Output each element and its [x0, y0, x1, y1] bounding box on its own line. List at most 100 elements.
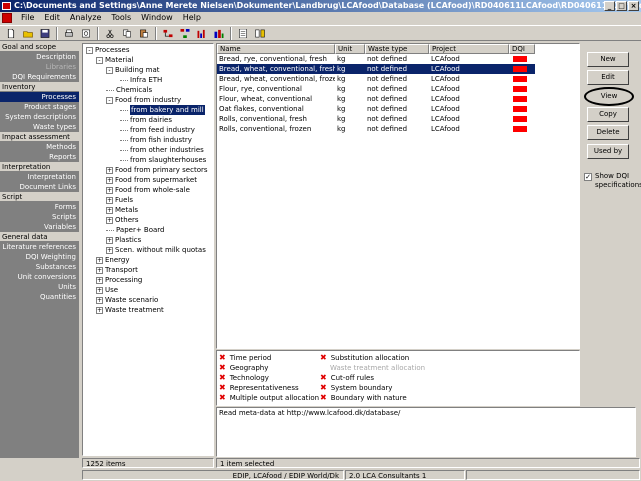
column-dqi[interactable]: DQI — [509, 44, 535, 54]
collapse-icon[interactable]: - — [86, 46, 93, 54]
used-by-button[interactable]: Used by — [587, 144, 629, 159]
tree-node[interactable]: + Metals — [106, 205, 138, 215]
tree-node[interactable]: from other industries — [120, 145, 204, 155]
tree-node[interactable]: + Transport — [96, 265, 138, 275]
minimize-button[interactable]: _ — [604, 1, 615, 11]
new-file-button[interactable] — [3, 26, 19, 41]
tree-node[interactable]: from fish industry — [120, 135, 192, 145]
expand-icon[interactable]: + — [96, 286, 103, 294]
tree-node[interactable]: + Fuels — [106, 195, 133, 205]
cut-button[interactable] — [102, 26, 118, 41]
compare-button[interactable] — [252, 26, 268, 41]
print-button[interactable] — [61, 26, 77, 41]
column-name[interactable]: Name — [217, 44, 335, 54]
expand-icon[interactable]: + — [96, 276, 103, 284]
expand-icon[interactable]: + — [106, 186, 113, 194]
expand-icon[interactable]: + — [106, 246, 113, 254]
tree-node[interactable]: - Building mat — [106, 65, 159, 75]
menu-edit[interactable]: Edit — [39, 12, 65, 24]
network-button[interactable] — [177, 26, 193, 41]
nav-item[interactable]: System descriptions — [0, 112, 79, 122]
checkbox-check-icon[interactable]: ✓ — [584, 173, 592, 181]
expand-icon[interactable]: + — [96, 256, 103, 264]
column-unit[interactable]: Unit — [335, 44, 365, 54]
tree-node[interactable]: + Waste treatment — [96, 305, 164, 315]
tree-node[interactable]: - Material — [96, 55, 133, 65]
tree-node[interactable]: + Others — [106, 215, 139, 225]
nav-item[interactable]: Reports — [0, 152, 79, 162]
menu-help[interactable]: Help — [178, 12, 206, 24]
nav-item[interactable]: Quantities — [0, 292, 79, 302]
nav-item[interactable]: Document Links — [0, 182, 79, 192]
delete-button[interactable]: Delete — [587, 125, 629, 140]
tree-node[interactable]: from dairies — [120, 115, 172, 125]
nav-item[interactable]: Methods — [0, 142, 79, 152]
tree-node[interactable]: + Use — [96, 285, 118, 295]
tree-node[interactable]: + Scen. without milk quotas — [106, 245, 206, 255]
table-row[interactable]: Bread, wheat, conventional, fresh kg not d… — [217, 64, 579, 74]
menu-analyze[interactable]: Analyze — [65, 12, 107, 24]
collapse-icon[interactable]: - — [106, 96, 113, 104]
tree-node[interactable]: from slaughterhouses — [120, 155, 206, 165]
expand-icon[interactable]: + — [96, 306, 103, 314]
collapse-icon[interactable]: - — [96, 56, 103, 64]
tree-node[interactable]: Paper+ Board — [106, 225, 165, 235]
tree-node[interactable]: Infra ETH — [120, 75, 162, 85]
table-row[interactable]: Bread, wheat, conventional, frozen kg not … — [217, 74, 579, 84]
tree-node[interactable]: + Food from supermarket — [106, 175, 197, 185]
menu-file[interactable]: File — [16, 12, 39, 24]
table-row[interactable]: Oat flakes, conventional kg not defined LCA… — [217, 104, 579, 114]
tree-node[interactable]: from feed industry — [120, 125, 195, 135]
table-row[interactable]: Flour, rye, conventional kg not defined LCA… — [217, 84, 579, 94]
nav-item[interactable]: Interpretation — [0, 172, 79, 182]
nav-item[interactable]: Literature references — [0, 242, 79, 252]
paste-button[interactable] — [136, 26, 152, 41]
nav-item[interactable]: Substances — [0, 262, 79, 272]
edit-button[interactable]: Edit — [587, 70, 629, 85]
tree-node[interactable]: + Food from whole-sale — [106, 185, 190, 195]
table-row[interactable]: Rolls, conventional, fresh kg not defined L… — [217, 114, 579, 124]
nav-item[interactable]: DQI Requirements — [0, 72, 79, 82]
table-row[interactable]: Flour, wheat, conventional kg not defined L… — [217, 94, 579, 104]
nav-item[interactable]: Libraries — [0, 62, 79, 72]
tree-node[interactable]: - Processes — [86, 45, 130, 55]
nav-item[interactable]: Unit conversions — [0, 272, 79, 282]
nav-item[interactable]: Units — [0, 282, 79, 292]
nav-item[interactable]: Processes — [0, 92, 79, 102]
show-dqi-checkbox[interactable]: ✓ Show DQI specifications — [584, 172, 641, 190]
menu-tools[interactable]: Tools — [106, 12, 136, 24]
process-tree-button[interactable] — [160, 26, 176, 41]
expand-icon[interactable]: + — [106, 166, 113, 174]
table-row[interactable]: Bread, rye, conventional, fresh kg not def… — [217, 54, 579, 64]
document-icon[interactable] — [2, 13, 12, 23]
inventory-chart-button[interactable] — [211, 26, 227, 41]
nav-item[interactable]: Product stages — [0, 102, 79, 112]
tree-node[interactable]: - Food from industry — [106, 95, 181, 105]
column-project[interactable]: Project — [429, 44, 509, 54]
new-button[interactable]: New — [587, 52, 629, 67]
nav-item[interactable]: DQI Weighting — [0, 252, 79, 262]
maximize-button[interactable]: □ — [616, 1, 627, 11]
tree-node[interactable]: + Food from primary sectors — [106, 165, 208, 175]
expand-icon[interactable]: + — [106, 236, 113, 244]
column-waste-type[interactable]: Waste type — [365, 44, 429, 54]
expand-icon[interactable]: + — [96, 266, 103, 274]
tree-node[interactable]: + Energy — [96, 255, 130, 265]
tree-node[interactable]: + Plastics — [106, 235, 141, 245]
expand-icon[interactable]: + — [106, 206, 113, 214]
expand-icon[interactable]: + — [106, 176, 113, 184]
preview-button[interactable] — [78, 26, 94, 41]
menu-window[interactable]: Window — [136, 12, 178, 24]
nav-item[interactable]: Forms — [0, 202, 79, 212]
report-button[interactable] — [235, 26, 251, 41]
nav-item[interactable]: Waste types — [0, 122, 79, 132]
view-button[interactable]: View — [584, 87, 634, 106]
nav-item[interactable]: Description — [0, 52, 79, 62]
copy-button[interactable] — [119, 26, 135, 41]
close-button[interactable]: × — [628, 1, 639, 11]
expand-icon[interactable]: + — [106, 216, 113, 224]
nav-item[interactable]: Variables — [0, 222, 79, 232]
tree-node[interactable]: from bakery and mill — [120, 105, 205, 115]
save-button[interactable] — [37, 26, 53, 41]
tree-node[interactable]: + Waste scenario — [96, 295, 158, 305]
